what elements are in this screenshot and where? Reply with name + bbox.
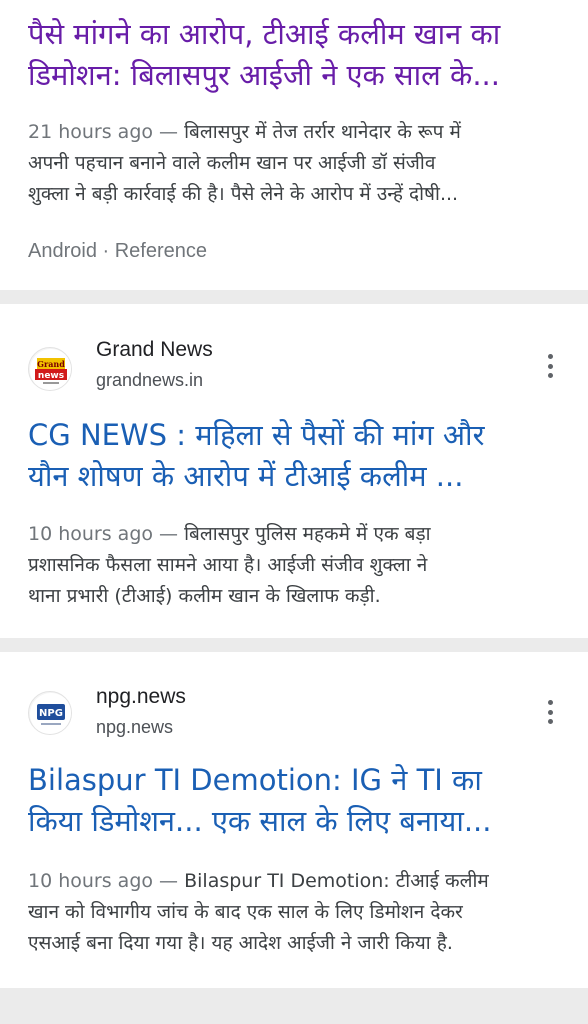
source-url[interactable]: npg.news xyxy=(96,715,173,739)
snippet-text: बिलासपुर में तेज तर्रार थानेदार के रूप म… xyxy=(184,121,461,143)
title-line: Bilaspur TI Demotion: IG ने TI का xyxy=(28,763,482,797)
source-name[interactable]: Grand News xyxy=(96,336,213,364)
search-result-card: NPG npg.news npg.news Bilaspur TI Demoti… xyxy=(0,652,588,988)
result-title-link[interactable]: पैसे मांगने का आरोप, टीआई कलीम खान का डि… xyxy=(28,14,566,96)
source-url[interactable]: grandnews.in xyxy=(96,368,203,392)
npg-news-logo-icon: NPG xyxy=(30,693,71,734)
time-separator: — xyxy=(153,523,185,545)
favicon-text: Grand xyxy=(37,359,65,369)
snippet-line: अपनी पहचान बनाने वाले कलीम खान पर आईजी ड… xyxy=(28,152,436,174)
grand-news-logo-icon: Grand news xyxy=(30,349,71,390)
more-options-icon[interactable] xyxy=(538,350,562,382)
time-separator: — xyxy=(153,870,185,892)
result-time: 10 hours ago xyxy=(28,870,154,892)
title-line: पैसे मांगने का आरोप, टीआई कलीम खान का xyxy=(28,17,501,51)
favicon-text: NPG xyxy=(39,708,63,719)
snippet-line: खान को विभागीय जांच के बाद एक साल के लिए… xyxy=(28,901,463,923)
title-line: डिमोशन: बिलासपुर आईजी ने एक साल के... xyxy=(28,58,500,92)
result-snippet: 10 hours ago — Bilaspur TI Demotion: टीआ… xyxy=(28,866,566,959)
favicon-text: news xyxy=(38,371,64,381)
result-snippet: 10 hours ago — बिलासपुर पुलिस महकमे में … xyxy=(28,519,566,612)
source-name[interactable]: npg.news xyxy=(96,683,186,711)
result-meta-tags[interactable]: Android · Reference xyxy=(28,237,207,265)
result-time: 21 hours ago xyxy=(28,121,154,143)
title-line: यौन शोषण के आरोप में टीआई कलीम ... xyxy=(28,459,464,493)
result-title-link[interactable]: Bilaspur TI Demotion: IG ने TI का किया ड… xyxy=(28,760,566,842)
time-separator: — xyxy=(153,121,185,143)
search-result-card: पैसे मांगने का आरोप, टीआई कलीम खान का डि… xyxy=(0,0,588,290)
title-line: किया डिमोशन... एक साल के लिए बनाया... xyxy=(28,804,492,838)
result-title-link[interactable]: CG NEWS : महिला से पैसों की मांग और यौन … xyxy=(28,415,566,497)
snippet-line: थाना प्रभारी (टीआई) कलीम खान के खिलाफ कड… xyxy=(28,585,381,607)
snippet-line: 10 hours ago — Bilaspur TI Demotion: टीआ… xyxy=(28,866,566,897)
title-line: CG NEWS : महिला से पैसों की मांग और xyxy=(28,418,485,452)
site-favicon: NPG xyxy=(28,691,72,735)
more-options-icon[interactable] xyxy=(538,696,562,728)
snippet-text: Bilaspur TI Demotion: टीआई कलीम xyxy=(184,870,489,892)
result-snippet: 21 hours ago — बिलासपुर में तेज तर्रार थ… xyxy=(28,117,566,210)
snippet-line: 10 hours ago — बिलासपुर पुलिस महकमे में … xyxy=(28,519,566,550)
snippet-line: प्रशासनिक फैसला सामने आया है। आईजी संजीव… xyxy=(28,554,428,576)
snippet-line: शुक्ला ने बड़ी कार्रवाई की है। पैसे लेने… xyxy=(28,183,459,205)
search-result-card: Grand news Grand News grandnews.in CG NE… xyxy=(0,304,588,638)
snippet-line: एसआई बना दिया गया है। यह आदेश आईजी ने जा… xyxy=(28,932,453,954)
snippet-line: 21 hours ago — बिलासपुर में तेज तर्रार थ… xyxy=(28,117,566,148)
result-time: 10 hours ago xyxy=(28,523,154,545)
snippet-text: बिलासपुर पुलिस महकमे में एक बड़ा xyxy=(184,523,431,545)
site-favicon: Grand news xyxy=(28,347,72,391)
